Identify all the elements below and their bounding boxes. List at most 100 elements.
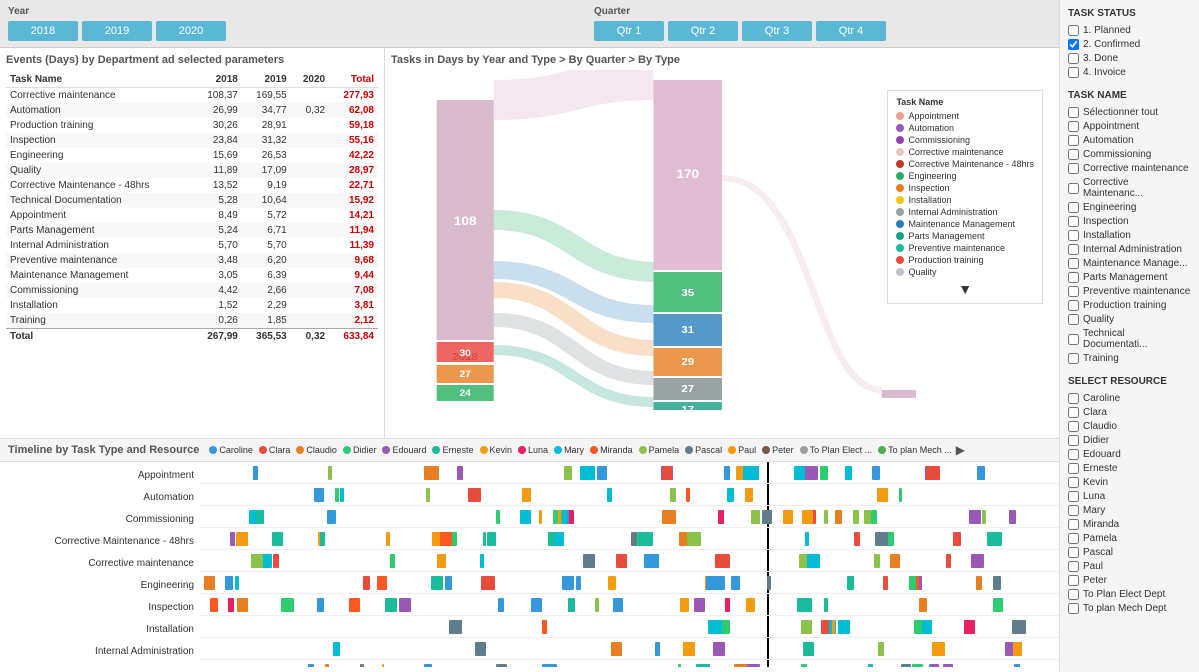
resource-item[interactable]: Edouard	[1068, 449, 1191, 460]
task-name-checkbox[interactable]	[1068, 216, 1079, 227]
resource-item[interactable]: Kevin	[1068, 477, 1191, 488]
resource-checkbox[interactable]	[1068, 463, 1079, 474]
task-name-checkbox[interactable]	[1068, 286, 1079, 297]
resource-checkbox[interactable]	[1068, 575, 1079, 586]
resource-checkbox[interactable]	[1068, 435, 1079, 446]
bar-segment	[734, 664, 747, 667]
task-status-item[interactable]: 1. Planned	[1068, 25, 1191, 36]
task-name-item[interactable]: Maintenance Manage...	[1068, 258, 1191, 269]
task-name-checkbox[interactable]	[1068, 300, 1079, 311]
timeline-row-label: Commissioning	[0, 508, 200, 530]
resource-item[interactable]: Clara	[1068, 407, 1191, 418]
chart-legend-more[interactable]: ▼	[896, 281, 1034, 297]
task-name-checkbox[interactable]	[1068, 353, 1079, 364]
resource-item[interactable]: To Plan Elect Dept	[1068, 589, 1191, 600]
timeline-bar-row	[200, 550, 1059, 572]
resource-checkbox[interactable]	[1068, 547, 1079, 558]
task-status-checkbox[interactable]	[1068, 67, 1079, 78]
task-name-checkbox[interactable]	[1068, 202, 1079, 213]
resource-item[interactable]: Miranda	[1068, 519, 1191, 530]
resource-item[interactable]: Paul	[1068, 561, 1191, 572]
quarter-label: Quarter	[594, 6, 886, 17]
task-name-item[interactable]: Corrective maintenance	[1068, 163, 1191, 174]
task-name-checkbox[interactable]	[1068, 163, 1079, 174]
chart-title: Tasks in Days by Year and Type > By Quar…	[391, 54, 1053, 66]
qtr4-btn[interactable]: Qtr 4	[816, 21, 886, 41]
task-status-item[interactable]: 2. Confirmed	[1068, 39, 1191, 50]
task-name-item[interactable]: Installation	[1068, 230, 1191, 241]
task-status-checkbox[interactable]	[1068, 25, 1079, 36]
task-name-item[interactable]: Commissioning	[1068, 149, 1191, 160]
task-name-item[interactable]: Internal Administration	[1068, 244, 1191, 255]
task-name-checkbox[interactable]	[1068, 135, 1079, 146]
resource-checkbox[interactable]	[1068, 449, 1079, 460]
task-name-item[interactable]: Technical Documentati...	[1068, 328, 1191, 350]
bar-segment	[564, 466, 572, 480]
resource-item[interactable]: Peter	[1068, 575, 1191, 586]
table-cell: Maintenance Management	[6, 268, 193, 283]
resource-item[interactable]: Caroline	[1068, 393, 1191, 404]
task-status-item[interactable]: 3. Done	[1068, 53, 1191, 64]
bar-segment	[480, 554, 484, 568]
resource-item[interactable]: Erneste	[1068, 463, 1191, 474]
qtr1-btn[interactable]: Qtr 1	[594, 21, 664, 41]
task-name-item[interactable]: Sélectionner tout	[1068, 107, 1191, 118]
table-cell: 23,84	[193, 133, 242, 148]
task-name-checkbox[interactable]	[1068, 272, 1079, 283]
bar-segment	[607, 488, 612, 502]
task-name-item[interactable]: Training	[1068, 353, 1191, 364]
resource-item[interactable]: Claudio	[1068, 421, 1191, 432]
task-name-checkbox[interactable]	[1068, 149, 1079, 160]
bar-segment	[608, 576, 617, 590]
task-status-item[interactable]: 4. Invoice	[1068, 67, 1191, 78]
resource-item[interactable]: To plan Mech Dept	[1068, 603, 1191, 614]
task-name-item[interactable]: Corrective Maintenanc...	[1068, 177, 1191, 199]
task-name-item[interactable]: Production training	[1068, 300, 1191, 311]
resource-checkbox[interactable]	[1068, 505, 1079, 516]
task-name-item[interactable]: Preventive maintenance	[1068, 286, 1191, 297]
qtr3-btn[interactable]: Qtr 3	[742, 21, 812, 41]
year-2019-btn[interactable]: 2019	[82, 21, 152, 41]
resource-checkbox[interactable]	[1068, 393, 1079, 404]
task-name-item[interactable]: Parts Management	[1068, 272, 1191, 283]
resource-checkbox[interactable]	[1068, 519, 1079, 530]
resource-checkbox[interactable]	[1068, 589, 1079, 600]
resource-checkbox[interactable]	[1068, 561, 1079, 572]
task-name-checkbox[interactable]	[1068, 107, 1079, 118]
task-name-checkbox[interactable]	[1068, 230, 1079, 241]
timeline-bar-row	[200, 484, 1059, 506]
task-name-item[interactable]: Quality	[1068, 314, 1191, 325]
task-status-checkbox[interactable]	[1068, 53, 1079, 64]
resource-checkbox[interactable]	[1068, 603, 1079, 614]
resource-checkbox[interactable]	[1068, 421, 1079, 432]
task-name-checkbox[interactable]	[1068, 183, 1079, 194]
year-2020-btn[interactable]: 2020	[156, 21, 226, 41]
task-name-checkbox[interactable]	[1068, 334, 1079, 345]
timeline-row-label: Corrective Maintenance - 48hrs	[0, 530, 200, 552]
chart-legend-item: Quality	[896, 267, 1034, 277]
task-name-checkbox[interactable]	[1068, 314, 1079, 325]
task-name-item[interactable]: Inspection	[1068, 216, 1191, 227]
legend-arrow[interactable]: ▶	[956, 443, 965, 457]
resource-item[interactable]: Didier	[1068, 435, 1191, 446]
task-name-checkbox[interactable]	[1068, 258, 1079, 269]
resource-item[interactable]: Mary	[1068, 505, 1191, 516]
resource-item[interactable]: Pamela	[1068, 533, 1191, 544]
task-name-checkbox[interactable]	[1068, 244, 1079, 255]
task-name-item[interactable]: Engineering	[1068, 202, 1191, 213]
year-2018-btn[interactable]: 2018	[8, 21, 78, 41]
resource-item[interactable]: Luna	[1068, 491, 1191, 502]
bar-segment	[253, 466, 258, 480]
task-name-item[interactable]: Appointment	[1068, 121, 1191, 132]
resource-checkbox[interactable]	[1068, 407, 1079, 418]
resource-item[interactable]: Pascal	[1068, 547, 1191, 558]
task-name-checkbox[interactable]	[1068, 121, 1079, 132]
table-cell: 1,52	[193, 298, 242, 313]
resource-checkbox[interactable]	[1068, 533, 1079, 544]
task-status-checkbox[interactable]	[1068, 39, 1079, 50]
qtr2-btn[interactable]: Qtr 2	[668, 21, 738, 41]
resource-checkbox[interactable]	[1068, 477, 1079, 488]
resource-checkbox[interactable]	[1068, 491, 1079, 502]
legend-item: Mary	[554, 445, 584, 455]
task-name-item[interactable]: Automation	[1068, 135, 1191, 146]
